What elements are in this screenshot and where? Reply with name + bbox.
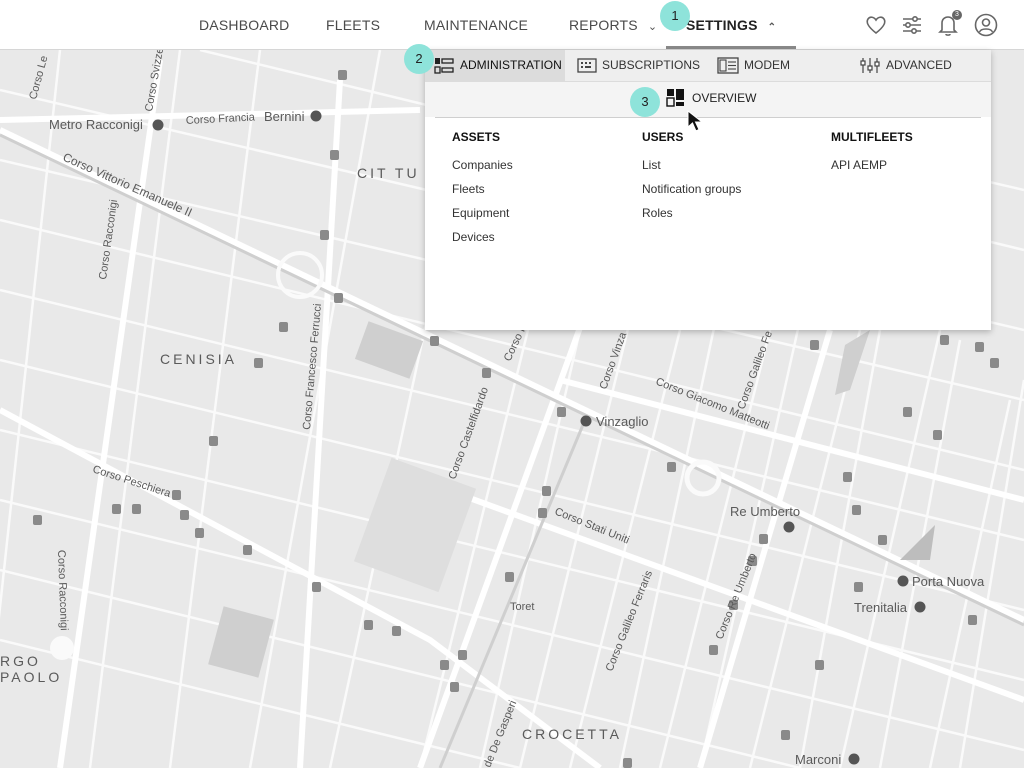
link-equipment[interactable]: Equipment — [452, 201, 513, 225]
settings-dropdown-panel: ADMINISTRATION SUBSCRIPTIONS MODEM ADVAN… — [425, 50, 991, 330]
link-users-list[interactable]: List — [642, 153, 741, 177]
tab-advanced[interactable]: ADVANCED — [860, 50, 975, 81]
link-devices[interactable]: Devices — [452, 225, 513, 249]
map-label: Vinzaglio — [596, 414, 649, 429]
map-label: CIT TU — [357, 165, 420, 181]
map-label: Porta Nuova — [912, 574, 985, 589]
nav-fleets[interactable]: FLEETS — [326, 0, 380, 49]
nav-settings-label: SETTINGS — [686, 17, 758, 33]
tab-advanced-label: ADVANCED — [886, 58, 952, 72]
active-tab-underline — [666, 46, 797, 49]
list-icon — [434, 58, 454, 74]
map-label: Bernini — [264, 109, 305, 124]
tab-administration-label: ADMINISTRATION — [460, 58, 562, 72]
column-assets: ASSETS Companies Fleets Equipment Device… — [452, 130, 513, 249]
mouse-cursor-icon — [687, 109, 704, 132]
map-label: Re Umberto — [730, 504, 800, 519]
overview-label: OVERVIEW — [692, 91, 757, 105]
map-label: PAOLO — [0, 669, 62, 685]
map-label: Trenitalia — [854, 600, 908, 615]
notifications-bell-icon[interactable]: 3 — [935, 10, 962, 38]
map-label: CROCETTA — [522, 726, 622, 742]
map-label: Metro Racconigi — [49, 117, 143, 132]
filters-sliders-icon[interactable] — [899, 12, 925, 38]
user-profile-icon[interactable] — [973, 12, 999, 38]
nav-reports-label: REPORTS — [569, 17, 638, 33]
chevron-down-icon: ⌄ — [647, 21, 658, 33]
map-label: CENISIA — [160, 351, 237, 367]
step-marker-1: 1 — [660, 1, 690, 31]
tab-modem[interactable]: MODEM — [717, 50, 797, 81]
column-users: USERS List Notification groups Roles — [642, 130, 741, 225]
sliders-icon — [860, 58, 880, 73]
favorites-heart-icon[interactable] — [863, 12, 889, 38]
link-companies[interactable]: Companies — [452, 153, 513, 177]
tab-subscriptions-label: SUBSCRIPTIONS — [602, 58, 701, 72]
map-label: Toret — [510, 601, 534, 613]
column-title-multifleets: MULTIFLEETS — [831, 130, 913, 144]
dashboard-grid-icon — [666, 89, 684, 107]
column-title-assets: ASSETS — [452, 130, 501, 144]
top-navigation-bar: DASHBOARD FLEETS MAINTENANCE REPORTS ⌄ SE… — [0, 0, 1024, 50]
tab-modem-label: MODEM — [744, 58, 790, 72]
tab-administration[interactable]: ADMINISTRATION — [425, 50, 565, 81]
step-marker-2: 2 — [404, 44, 434, 74]
nav-dashboard[interactable]: DASHBOARD — [199, 0, 289, 49]
keyboard-icon — [577, 58, 597, 73]
nav-maintenance[interactable]: MAINTENANCE — [424, 0, 528, 49]
nav-reports[interactable]: REPORTS ⌄ — [569, 0, 657, 49]
nav-settings[interactable]: SETTINGS ⌃ — [666, 0, 797, 49]
notification-count-badge: 3 — [952, 10, 962, 20]
modem-icon — [717, 57, 739, 74]
tab-subscriptions[interactable]: SUBSCRIPTIONS — [577, 50, 705, 81]
column-multifleets: MULTIFLEETS API AEMP — [831, 130, 913, 177]
link-notification-groups[interactable]: Notification groups — [642, 177, 741, 201]
map-label: Marconi — [795, 752, 841, 767]
settings-tabs: ADMINISTRATION SUBSCRIPTIONS MODEM ADVAN… — [425, 50, 991, 82]
link-fleets[interactable]: Fleets — [452, 177, 513, 201]
overview-link[interactable]: OVERVIEW — [666, 88, 756, 110]
link-api-aemp[interactable]: API AEMP — [831, 153, 913, 177]
map-label: RGO — [0, 653, 41, 669]
link-roles[interactable]: Roles — [642, 201, 741, 225]
step-marker-3: 3 — [630, 87, 660, 117]
